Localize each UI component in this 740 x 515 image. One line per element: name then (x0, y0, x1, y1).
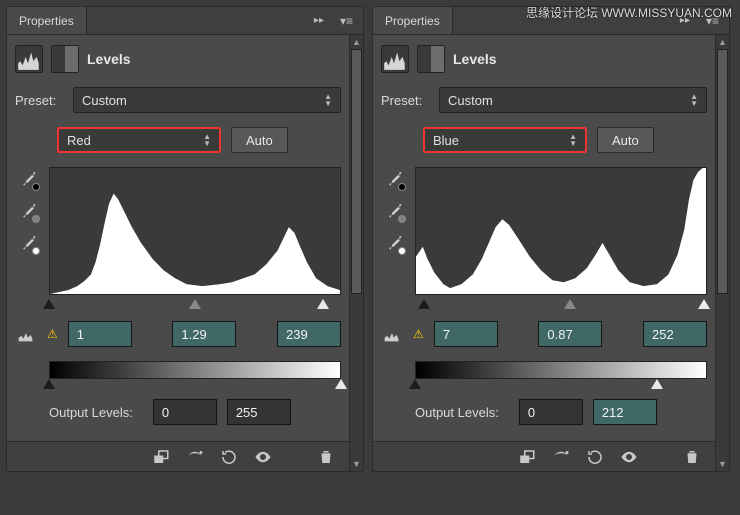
preset-label: Preset: (15, 93, 63, 108)
mask-thumb-icon[interactable] (417, 45, 445, 73)
adjustment-title: Levels (87, 51, 131, 67)
eyedropper-white-icon[interactable] (384, 233, 404, 253)
mask-thumb-icon[interactable] (51, 45, 79, 73)
output-gradient (415, 361, 707, 379)
clip-icon[interactable] (15, 323, 37, 345)
output-hi-input[interactable]: 255 (227, 399, 291, 425)
clip-to-layer-icon[interactable] (512, 446, 542, 468)
output-levels-label: Output Levels: (49, 405, 133, 420)
highlight-slider-handle[interactable] (317, 299, 329, 309)
stepper-icon: ▲▼ (324, 93, 332, 107)
properties-panel-left: Properties ▸▸ ▾≡ Levels Preset: (6, 6, 364, 472)
scroll-up-icon[interactable]: ▲ (716, 35, 729, 49)
eyedropper-white-icon[interactable] (18, 233, 38, 253)
input-slider[interactable] (415, 299, 707, 311)
scroll-down-icon[interactable]: ▼ (716, 457, 729, 471)
output-gradient (49, 361, 341, 379)
output-slider[interactable] (415, 379, 707, 391)
adjustment-title: Levels (453, 51, 497, 67)
midtone-slider-handle[interactable] (189, 299, 201, 309)
eyedropper-gray-icon[interactable] (18, 201, 38, 221)
panel-tabrow: Properties ▸▸ ▾≡ (7, 7, 363, 35)
shadows-input[interactable]: 7 (434, 321, 498, 347)
shadow-slider-handle[interactable] (43, 299, 55, 309)
scroll-thumb[interactable] (717, 49, 728, 294)
preset-select[interactable]: Custom ▲▼ (439, 87, 707, 113)
scrollbar[interactable]: ▲ ▼ (349, 35, 363, 471)
panel-footer (373, 441, 715, 471)
scroll-up-icon[interactable]: ▲ (350, 35, 363, 49)
shadows-input[interactable]: 1 (68, 321, 132, 347)
reset-icon[interactable] (580, 446, 610, 468)
output-black-handle[interactable] (409, 379, 421, 389)
eyedropper-black-icon[interactable] (384, 169, 404, 189)
auto-button[interactable]: Auto (231, 127, 288, 153)
watermark: 思缘设计论坛 WWW.MISSYUAN.COM (526, 4, 732, 21)
output-slider[interactable] (49, 379, 341, 391)
output-lo-input[interactable]: 0 (519, 399, 583, 425)
properties-tab[interactable]: Properties (373, 7, 453, 34)
histogram (415, 167, 707, 295)
output-levels-label: Output Levels: (415, 405, 499, 420)
properties-tab[interactable]: Properties (7, 7, 87, 34)
auto-button[interactable]: Auto (597, 127, 654, 153)
visibility-eye-icon[interactable] (248, 446, 278, 468)
eyedropper-gray-icon[interactable] (384, 201, 404, 221)
clip-to-layer-icon[interactable] (146, 446, 176, 468)
shadow-slider-handle[interactable] (418, 299, 430, 309)
eyedropper-black-icon[interactable] (18, 169, 38, 189)
panel-pair: Properties ▸▸ ▾≡ Levels Preset: (0, 0, 740, 478)
preset-label: Preset: (381, 93, 429, 108)
output-hi-input[interactable]: 212 (593, 399, 657, 425)
histogram-thumb-icon[interactable] (15, 45, 43, 73)
stepper-icon: ▲▼ (203, 133, 211, 147)
midtones-input[interactable]: 1.29 (172, 321, 236, 347)
view-previous-icon[interactable] (180, 446, 210, 468)
highlight-slider-handle[interactable] (698, 299, 710, 309)
highlights-input[interactable]: 239 (277, 321, 341, 347)
reset-icon[interactable] (214, 446, 244, 468)
clip-warning-icon: ⚠ (413, 327, 424, 341)
output-lo-input[interactable]: 0 (153, 399, 217, 425)
midtone-slider-handle[interactable] (564, 299, 576, 309)
output-white-handle[interactable] (651, 379, 663, 389)
channel-select[interactable]: Red ▲▼ (57, 127, 221, 153)
output-white-handle[interactable] (335, 379, 347, 389)
output-black-handle[interactable] (43, 379, 55, 389)
collapse-icon[interactable]: ▸▸ (308, 15, 330, 26)
trash-icon[interactable] (311, 446, 341, 468)
panel-footer (7, 441, 349, 471)
trash-icon[interactable] (677, 446, 707, 468)
scroll-down-icon[interactable]: ▼ (350, 457, 363, 471)
channel-select[interactable]: Blue ▲▼ (423, 127, 587, 153)
histogram-thumb-icon[interactable] (381, 45, 409, 73)
clip-warning-icon: ⚠ (47, 327, 58, 341)
midtones-input[interactable]: 0.87 (538, 321, 602, 347)
stepper-icon: ▲▼ (569, 133, 577, 147)
histogram (49, 167, 341, 295)
visibility-eye-icon[interactable] (614, 446, 644, 468)
scrollbar[interactable]: ▲ ▼ (715, 35, 729, 471)
stepper-icon: ▲▼ (690, 93, 698, 107)
flyout-menu-icon[interactable]: ▾≡ (330, 14, 363, 28)
preset-select[interactable]: Custom ▲▼ (73, 87, 341, 113)
highlights-input[interactable]: 252 (643, 321, 707, 347)
clip-icon[interactable] (381, 323, 403, 345)
input-slider[interactable] (49, 299, 341, 311)
view-previous-icon[interactable] (546, 446, 576, 468)
scroll-thumb[interactable] (351, 49, 362, 294)
properties-panel-right: Properties ▸▸ ▾≡ Levels Preset: Custom ▲… (372, 6, 730, 472)
